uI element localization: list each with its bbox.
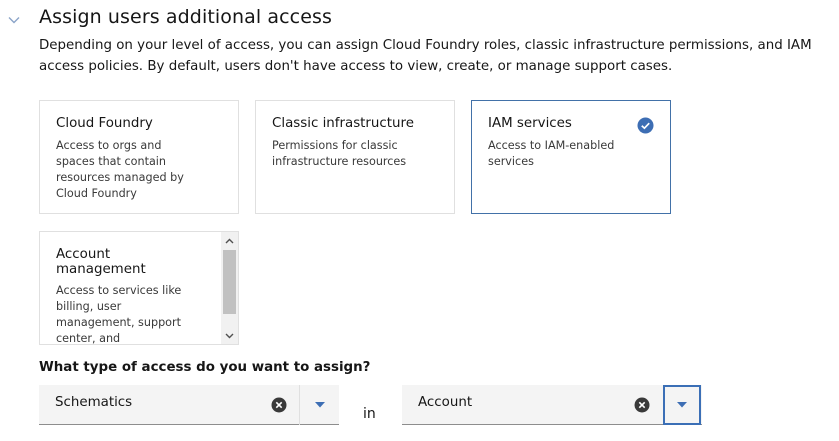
tile-account-management[interactable]: Account management Access to services li… xyxy=(39,231,239,345)
tile-classic-infrastructure[interactable]: Classic infrastructure Permissions for c… xyxy=(255,100,455,214)
scrollbar[interactable] xyxy=(221,232,238,344)
tile-description: Permissions for classic infrastructure r… xyxy=(272,139,407,168)
tile-description: Access to IAM-enabled services xyxy=(488,139,615,168)
scroll-up-icon[interactable] xyxy=(221,232,238,249)
service-select-value: Schematics xyxy=(55,395,133,410)
tile-title: IAM services xyxy=(488,116,572,131)
tile-title: Account management xyxy=(56,247,146,277)
access-type-question: What type of access do you want to assig… xyxy=(39,360,371,375)
tile-description: Access to services like billing, user ma… xyxy=(56,284,182,345)
select-divider xyxy=(299,385,300,425)
scope-select-value: Account xyxy=(418,395,473,410)
tile-title: Classic infrastructure xyxy=(272,116,414,131)
tile-cloud-foundry[interactable]: Cloud Foundry Access to orgs and spaces … xyxy=(39,100,239,214)
tile-title: Cloud Foundry xyxy=(56,116,153,131)
clear-icon[interactable] xyxy=(634,397,650,413)
tile-iam-services[interactable]: IAM services Access to IAM-enabled servi… xyxy=(471,100,671,214)
scroll-down-icon[interactable] xyxy=(221,327,238,344)
clear-icon[interactable] xyxy=(271,397,287,413)
checkmark-filled-icon xyxy=(637,117,654,134)
scroll-thumb[interactable] xyxy=(223,250,236,314)
service-select[interactable]: Schematics xyxy=(39,385,339,425)
scope-select[interactable]: Account xyxy=(402,385,702,425)
in-label: in xyxy=(363,406,376,422)
caret-down-icon[interactable] xyxy=(301,385,339,425)
caret-down-icon[interactable] xyxy=(663,385,701,425)
section-title: Assign users additional access xyxy=(39,6,333,28)
tile-description: Access to orgs and spaces that contain r… xyxy=(56,139,184,200)
section-description: Depending on your level of access, you c… xyxy=(39,38,812,74)
chevron-down-icon[interactable] xyxy=(6,12,22,28)
